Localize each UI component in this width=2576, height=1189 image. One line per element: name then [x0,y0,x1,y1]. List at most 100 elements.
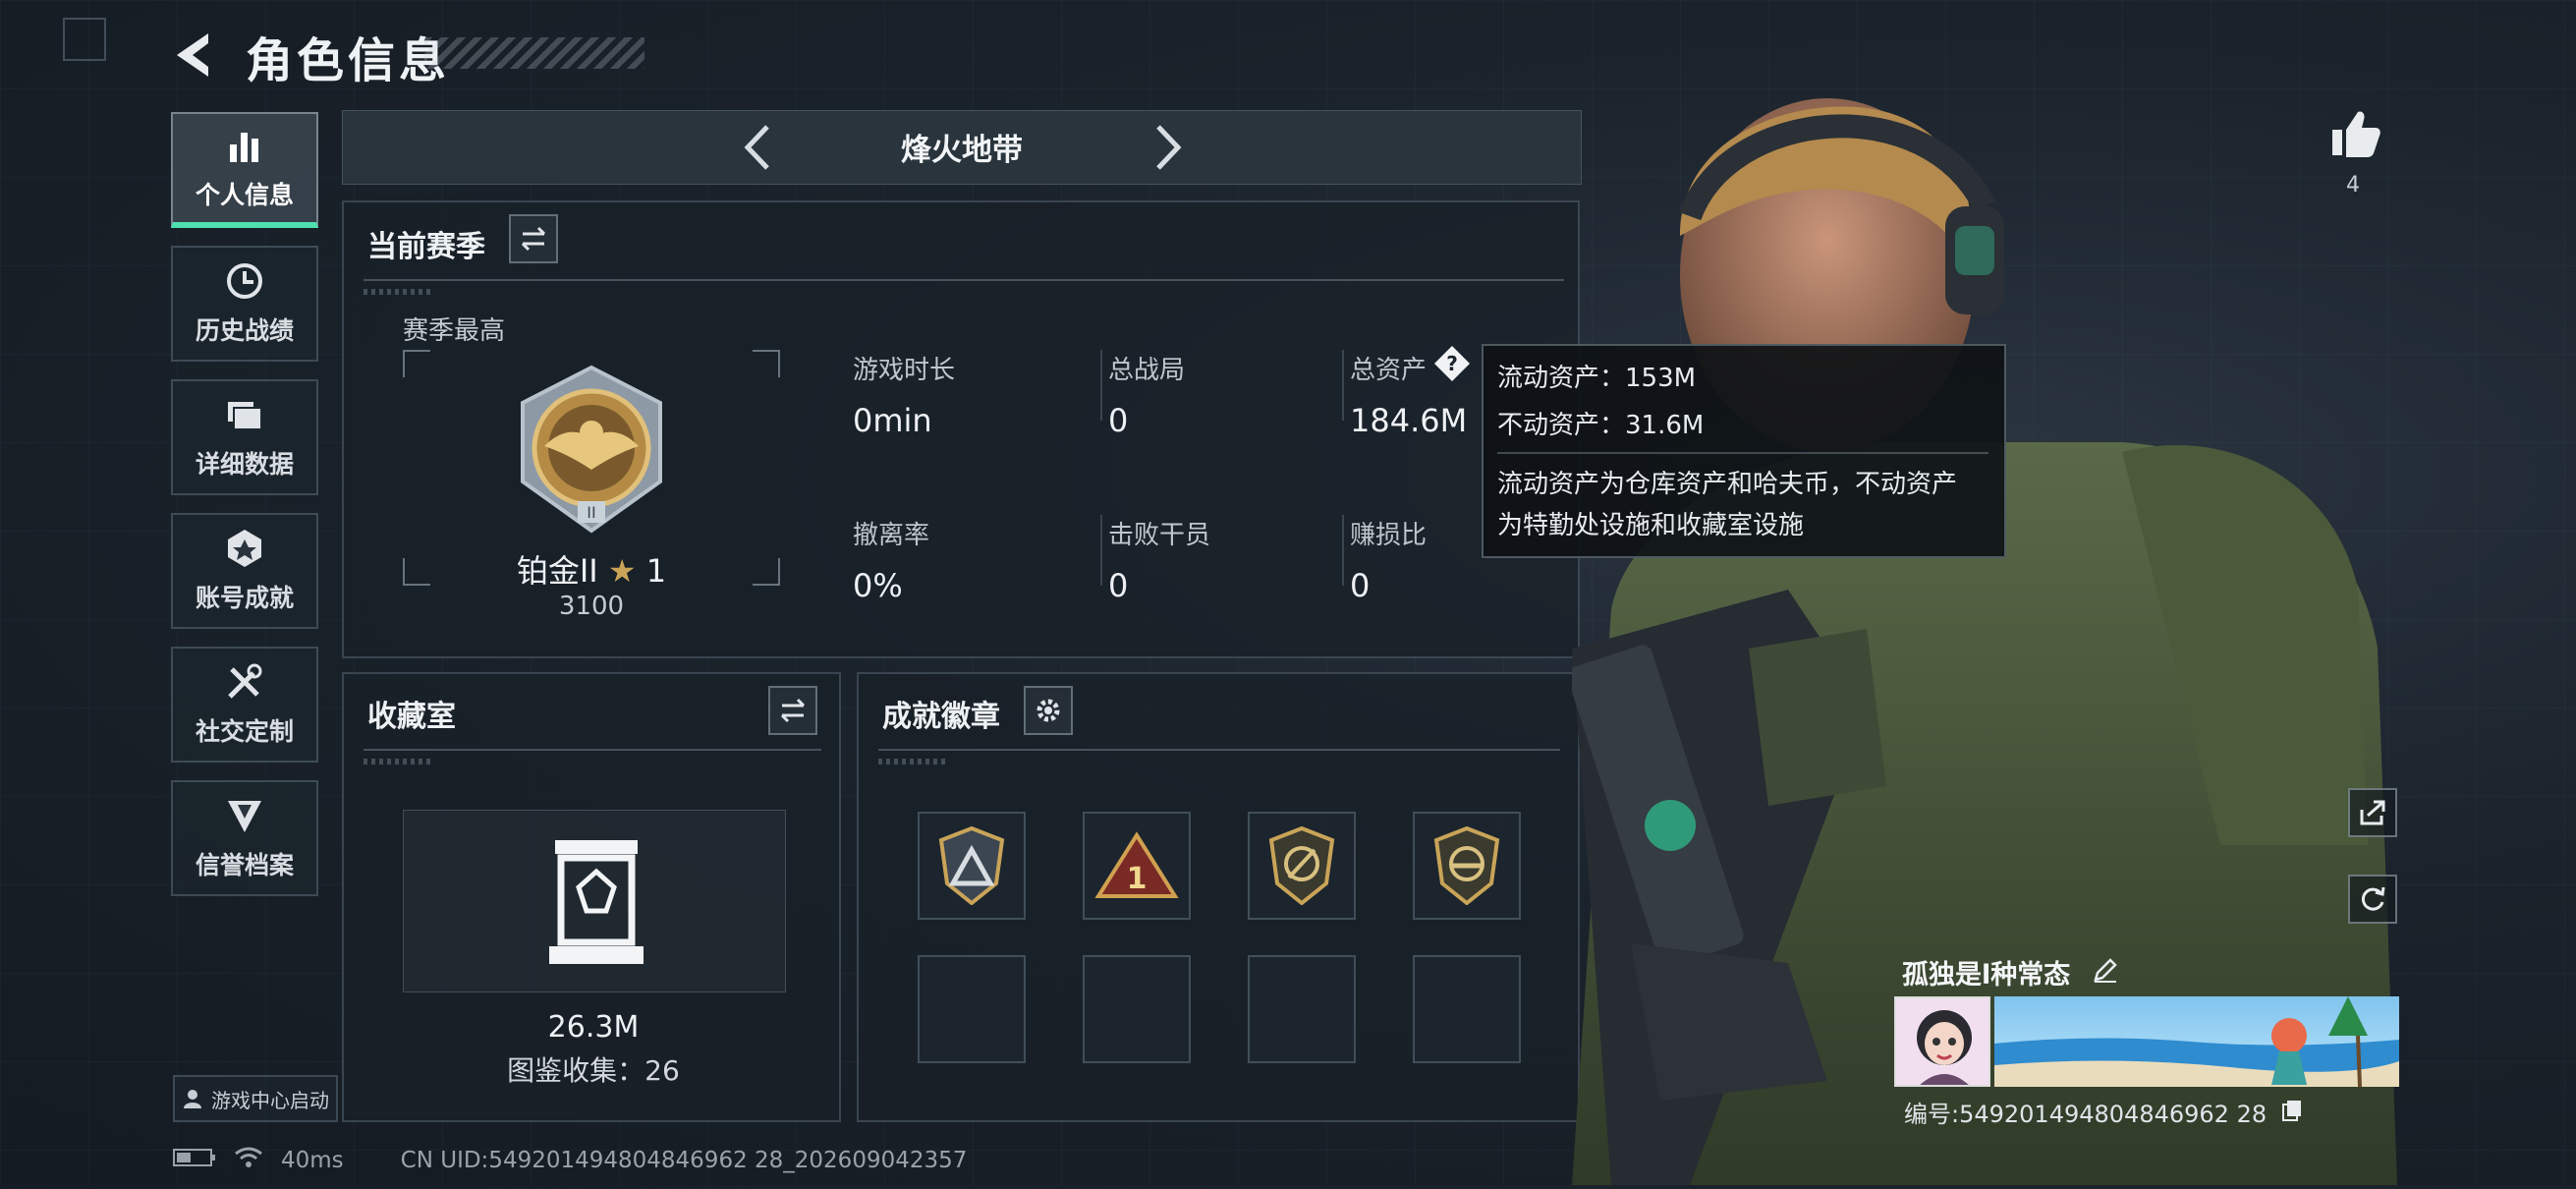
decoration [878,759,947,764]
game-center-label: 游戏中心启动 [211,1088,329,1112]
stat-profit-ratio: 赚损比 0 [1350,515,1427,604]
no-weapon-badge-icon [1268,826,1335,905]
back-arrow-icon[interactable] [169,28,224,83]
sidebar-item-social[interactable]: 社交定制 [171,647,318,763]
stat-extract-rate: 撤离率 0% [853,515,929,604]
game-center-button[interactable]: 游戏中心启动 [173,1075,338,1122]
assets-tooltip: 流动资产：153M 不动资产：31.6M 流动资产为仓库资产和哈夫币，不动资产 … [1482,344,2006,558]
stat-divider [1100,350,1102,421]
badge-slot-empty[interactable] [1083,955,1191,1063]
stat-divider [1100,515,1102,586]
sidebar-item-label: 历史战绩 [195,316,294,345]
stat-label: 赚损比 [1350,521,1428,550]
cards-icon [228,402,262,430]
stat-playtime: 游戏时长 0min [853,350,955,439]
liquid-assets: 流动资产：153M [1497,364,1697,393]
avatar[interactable] [1894,996,1990,1087]
stat-label: 游戏时长 [853,356,956,385]
sidebar-item-label: 信誉档案 [195,851,294,879]
stat-value: 0 [1108,402,1129,439]
copy-icon[interactable] [2280,1101,2304,1128]
corner-decoration [63,18,106,61]
badge-slot[interactable] [1248,812,1356,920]
collection-count: 图鉴收集：26 [507,1054,680,1087]
share-icon [2360,800,2385,825]
collection-title: 收藏室 [367,700,456,734]
collection-panel: 收藏室 26.3M 图鉴收集：26 [342,672,841,1122]
edit-icon[interactable] [2092,958,2119,991]
player-id: 编号:549201494804846962 28 [1904,1095,2304,1129]
achievements-panel: 成就徽章 1 [857,672,1580,1122]
swap-season-button[interactable] [509,214,558,263]
stat-kills: 击败干员 0 [1108,515,1210,604]
extraction-badge-icon [938,826,1005,905]
sidebar-item-personal-info[interactable]: 个人信息 [171,112,318,228]
swap-icon [780,698,806,723]
tools-icon [228,663,262,699]
medal-icon [228,530,261,567]
like-count: 4 [2346,173,2360,198]
rank-name: 铂金II [516,552,598,590]
season-best-label: 赛季最高 [403,316,506,346]
stat-label: 总战局 [1108,356,1186,385]
fixed-assets: 不动资产：31.6M [1497,411,1705,440]
user-icon [184,1090,201,1108]
stat-label: 击败干员 [1108,521,1211,550]
season-title: 当前赛季 [367,230,485,264]
sidebar-item-reputation[interactable]: 信誉档案 [171,780,318,896]
tooltip-desc-2: 为特勤处设施和收藏室设施 [1497,511,1805,540]
badge-slot[interactable]: 1 [1083,812,1191,920]
badge-slot-empty[interactable] [1413,955,1521,1063]
stat-value: 0% [853,567,903,604]
chevron-right-icon[interactable] [1145,123,1188,172]
first-badge-icon: 1 [1094,831,1179,898]
profile-banner[interactable] [1994,996,2399,1087]
badge-slot[interactable] [918,812,1026,920]
refresh-icon [2361,886,2385,911]
refresh-button[interactable] [2348,875,2397,924]
tooltip-desc-1: 流动资产为仓库资产和哈夫币，不动资产 [1497,470,1958,499]
display-case-icon [549,840,644,964]
badge-slot[interactable] [1413,812,1521,920]
svg-text:1: 1 [1127,862,1148,896]
player-id-text: 编号:549201494804846962 28 [1904,1101,2268,1128]
badge-slot-empty[interactable] [918,955,1026,1063]
season-panel: 当前赛季 赛季最高 II 铂金II ★ 1 3100 游戏时长 0min 总战局 [342,200,1580,658]
ping-value: 40ms [281,1148,344,1173]
stat-divider [1342,350,1344,421]
bar-chart-icon [230,133,258,162]
clock-icon [227,263,262,299]
sidebar-item-label: 社交定制 [195,717,294,746]
decoration [364,289,432,295]
wifi-icon [234,1146,263,1175]
mode-selector: 烽火地带 [342,110,1582,185]
rank-label: 铂金II ★ 1 [403,546,780,592]
sidebar-item-history[interactable]: 历史战绩 [171,246,318,362]
stat-value: 0min [853,402,932,439]
sidebar-item-label: 个人信息 [195,181,294,209]
sidebar-item-achievements[interactable]: 账号成就 [171,513,318,629]
tooltip-divider [1497,452,1988,454]
help-icon[interactable]: ? [1432,344,1472,383]
title-decoration [424,37,644,69]
sidebar-item-details[interactable]: 详细数据 [171,379,318,495]
sidebar-item-label: 详细数据 [195,450,294,479]
section-divider [364,279,1564,281]
thumbs-up-icon[interactable] [2330,108,2381,159]
sidebar-item-label: 账号成就 [195,584,294,612]
player-name: 孤独是l种常态 [1902,953,2119,991]
share-button[interactable] [2348,788,2397,837]
page-title: 角色信息 [246,33,451,88]
sidebar: 个人信息 历史战绩 详细数据 账号成就 社交定制 信誉档案 [171,112,322,914]
achievements-settings-button[interactable] [1024,686,1073,735]
shield-icon [228,801,261,832]
no-gun-badge-icon [1433,826,1500,905]
swap-icon [521,226,546,252]
badge-slot-empty[interactable] [1248,955,1356,1063]
star-icon: ★ [607,552,637,590]
section-divider [364,749,821,751]
achievements-title: 成就徽章 [882,700,1000,734]
swap-collection-button[interactable] [768,686,817,735]
collection-preview[interactable] [403,810,786,992]
stat-value: 0 [1350,567,1371,604]
